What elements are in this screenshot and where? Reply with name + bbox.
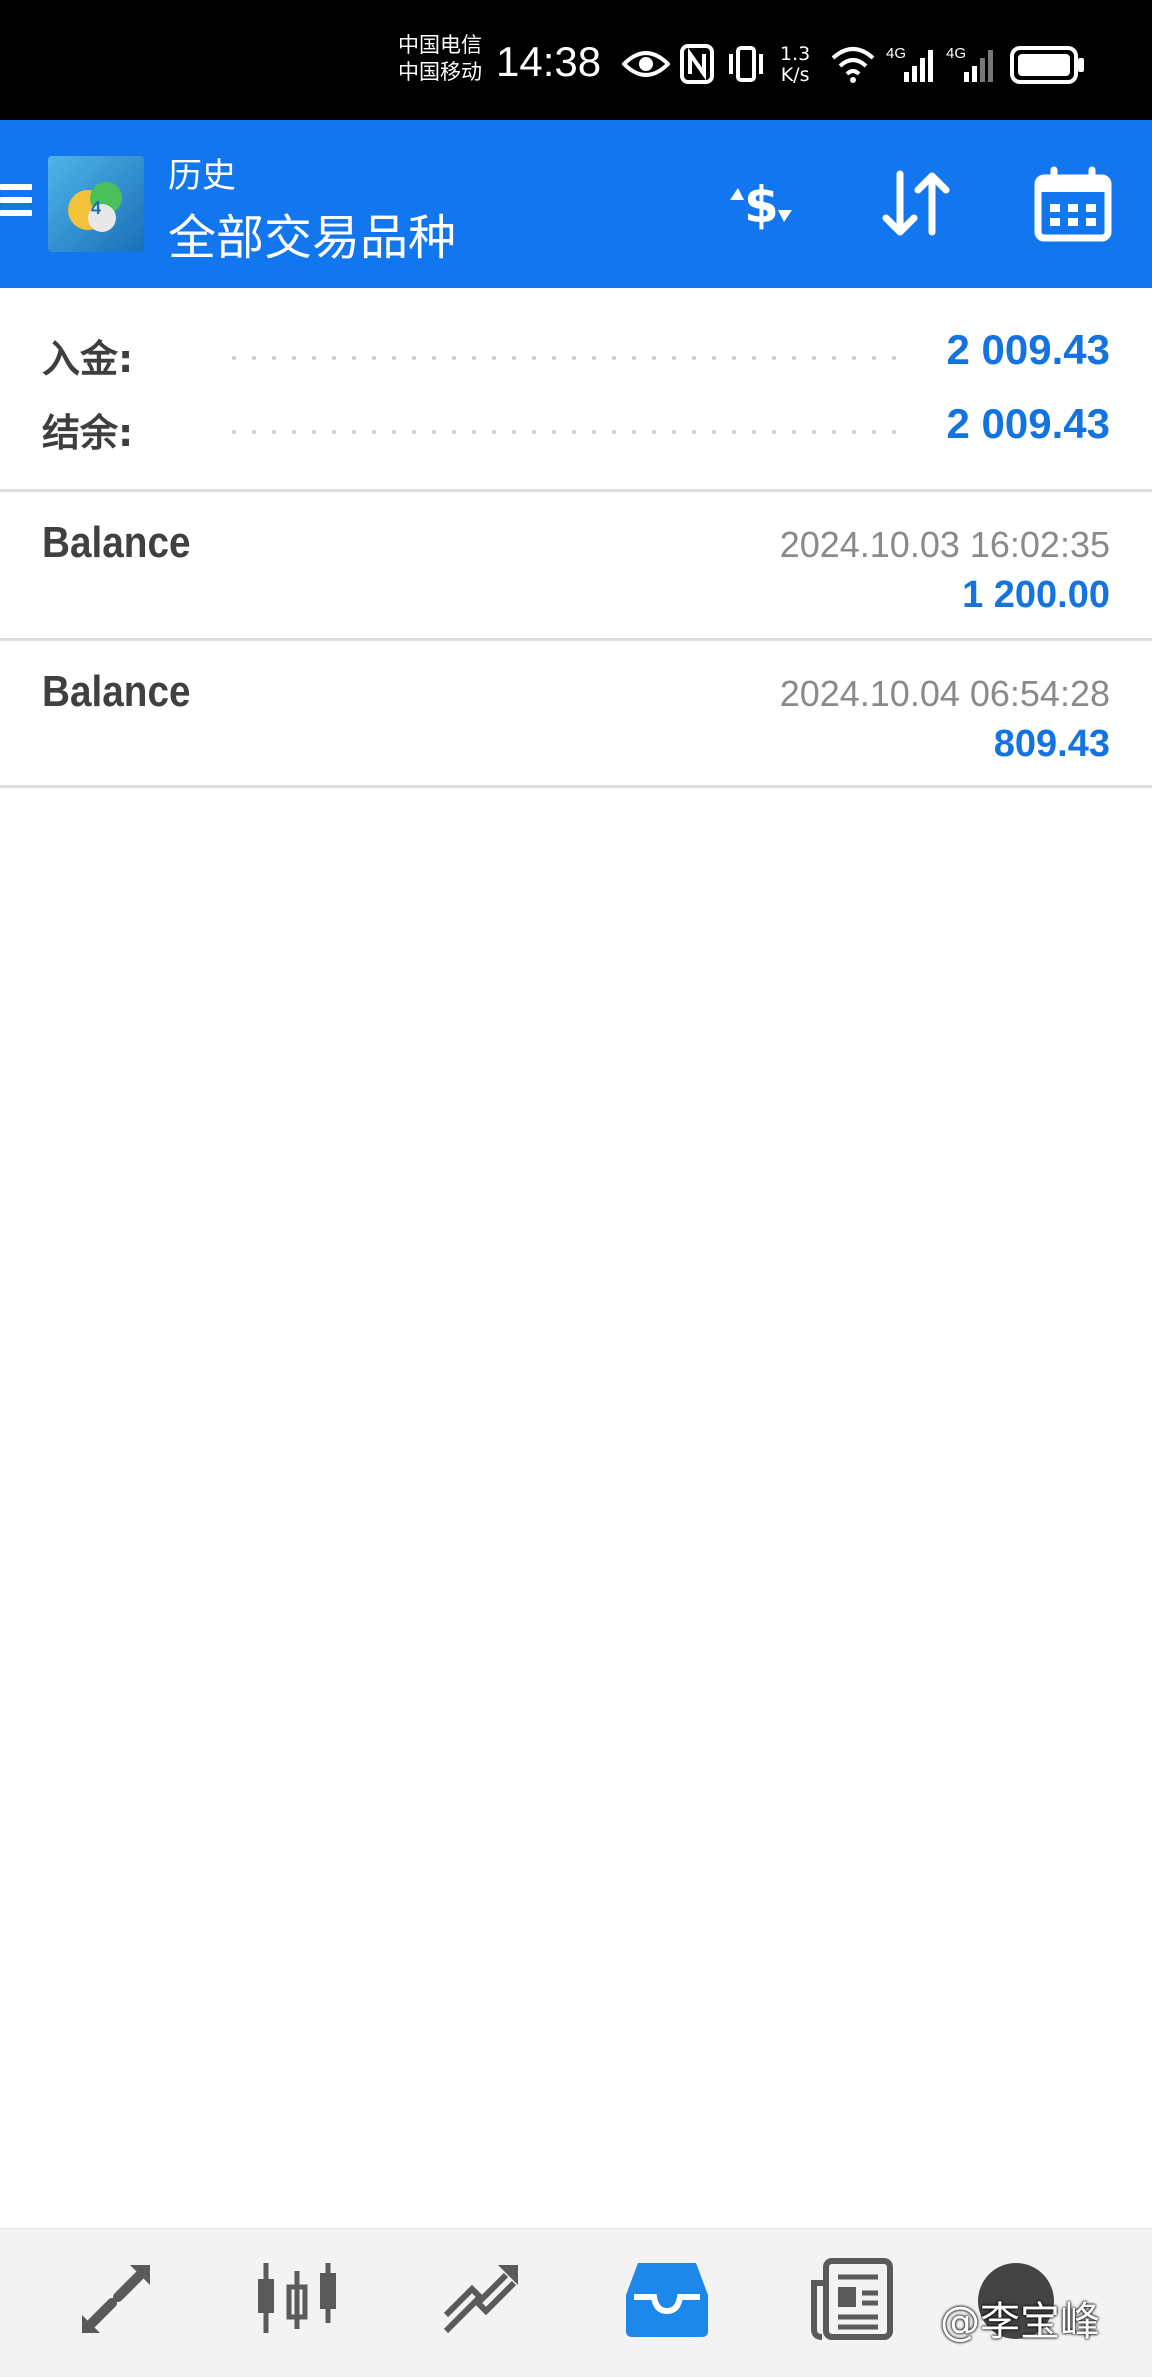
balance-label: 结余: xyxy=(42,411,134,455)
signal-2-icon: 4G xyxy=(946,44,998,88)
news-icon[interactable] xyxy=(806,2253,896,2343)
deal-time: 2024.10.04 06:54:28 xyxy=(779,673,1110,714)
status-bar: 中国电信 中国移动 14:38 1.3 K/s 4G 4G xyxy=(0,0,1152,120)
app-logo: 4 xyxy=(48,156,144,252)
balance-value: 2 009.43 xyxy=(946,400,1111,447)
trade-icon[interactable] xyxy=(436,2253,526,2343)
watermark: @李宝峰 xyxy=(940,2299,1100,2345)
balance-row: 结余: 2 009.43 xyxy=(42,396,1110,456)
symbol-filter[interactable]: 全部交易品种 xyxy=(168,198,456,268)
deal-type: Balance xyxy=(42,518,191,567)
menu-button[interactable] xyxy=(0,184,32,226)
deal-type: Balance xyxy=(42,667,191,716)
signal-1-label: 4G xyxy=(886,45,906,62)
deal-row[interactable]: Balance 2024.10.03 16:02:35 1 200.00 xyxy=(0,492,1152,636)
net-speed-value: 1.3 xyxy=(780,43,811,65)
calendar-icon[interactable] xyxy=(1028,160,1118,250)
page-title: 历史 xyxy=(168,156,236,196)
svg-text:4: 4 xyxy=(91,198,101,218)
sort-icon[interactable] xyxy=(872,160,962,250)
deposit-label: 入金: xyxy=(42,337,134,381)
net-speed: 1.3 K/s xyxy=(780,44,810,86)
signal-icon: 4G xyxy=(886,44,938,88)
dotted-leader xyxy=(224,356,910,360)
divider xyxy=(0,785,1152,788)
app-header: 4 历史 全部交易品种 $ xyxy=(0,120,1152,288)
carrier-names: 中国电信 中国移动 xyxy=(398,32,482,86)
deposit-value: 2 009.43 xyxy=(946,326,1111,373)
deal-row[interactable]: Balance 2024.10.04 06:54:28 809.43 xyxy=(0,641,1152,785)
carrier-2: 中国移动 xyxy=(398,60,482,84)
svg-text:$: $ xyxy=(744,176,779,234)
deal-amount: 809.43 xyxy=(993,723,1110,765)
eye-icon xyxy=(621,44,671,88)
net-speed-unit: K/s xyxy=(780,64,810,86)
dollar-refresh-icon[interactable]: $ xyxy=(716,160,806,250)
quotes-icon[interactable] xyxy=(70,2253,160,2343)
deposit-row: 入金: 2 009.43 xyxy=(42,322,1110,382)
vibrate-icon xyxy=(726,44,766,88)
bottom-nav: @李宝峰 xyxy=(0,2228,1152,2377)
battery-icon xyxy=(1010,46,1086,88)
deal-time: 2024.10.03 16:02:35 xyxy=(779,524,1110,565)
history-icon[interactable] xyxy=(622,2253,712,2343)
signal-2-label: 4G xyxy=(946,45,966,62)
carrier-1: 中国电信 xyxy=(398,33,482,57)
wifi-icon xyxy=(830,44,876,88)
dotted-leader xyxy=(224,430,910,434)
status-time: 14:38 xyxy=(496,38,602,85)
chart-icon[interactable] xyxy=(252,2253,342,2343)
deal-amount: 1 200.00 xyxy=(962,574,1110,616)
nfc-icon xyxy=(680,44,714,88)
